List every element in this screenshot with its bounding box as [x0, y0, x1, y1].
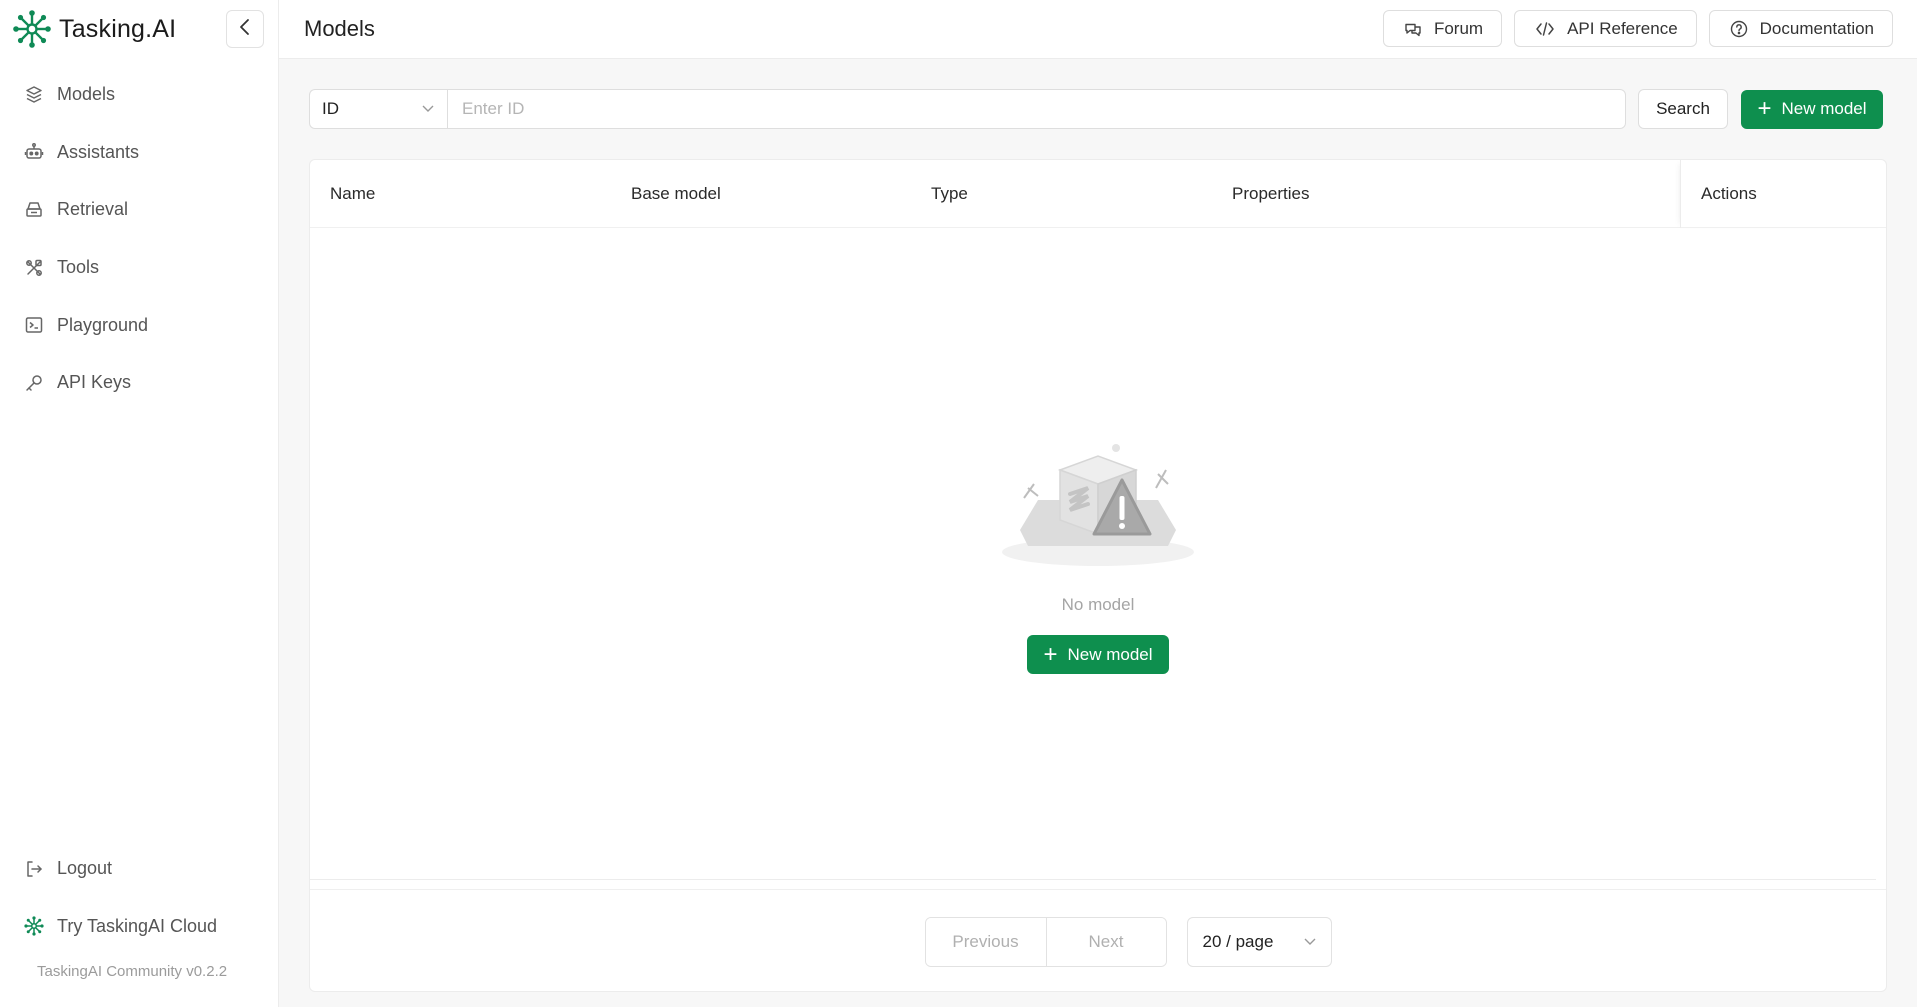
sidebar-nav: Models Assistants Retrieval Tools Playgr… [0, 66, 278, 412]
empty-box-warning-icon [998, 440, 1198, 575]
table-header: Name Base model Type Properties Actions [310, 160, 1886, 228]
key-icon [23, 372, 45, 394]
table-divider [310, 879, 1876, 880]
plus-icon: + [1757, 95, 1772, 122]
sidebar-item-label: Playground [57, 314, 149, 335]
sidebar-item-try-cloud[interactable]: Try TaskingAI Cloud [0, 897, 278, 955]
tasking-logo-icon [11, 8, 53, 50]
sidebar-bottom: Logout Try TaskingAI Cloud TaskingAI Com… [0, 840, 278, 1007]
collapse-sidebar-button[interactable] [226, 10, 264, 48]
chevron-down-icon [421, 99, 435, 119]
tasking-logo-icon [23, 915, 45, 937]
help-circle-icon [1730, 20, 1748, 38]
sidebar-item-models[interactable]: Models [0, 66, 278, 124]
sidebar-item-tools[interactable]: Tools [0, 239, 278, 297]
documentation-label: Documentation [1759, 18, 1874, 38]
forum-label: Forum [1433, 18, 1484, 38]
search-row: ID Search + New model [309, 89, 1887, 129]
documentation-button[interactable]: Documentation [1708, 10, 1893, 47]
sidebar-item-retrieval[interactable]: Retrieval [0, 181, 278, 239]
page-title: Models [304, 16, 375, 41]
page-size-select[interactable]: 20 / page [1186, 916, 1332, 967]
sidebar-item-label: API Keys [57, 372, 132, 393]
app-root: Tasking.AI Models Assistants Retrieval T… [0, 0, 1917, 1007]
plus-icon: + [1043, 640, 1058, 668]
sidebar-item-label: Retrieval [57, 199, 129, 220]
brand-name: Tasking.AI [59, 14, 177, 43]
database-icon [23, 199, 45, 221]
models-icon [23, 84, 45, 106]
pagination: Previous Next 20 / page [310, 889, 1886, 991]
content: ID Search + New model Name Base model Ty… [279, 59, 1917, 992]
column-header-type[interactable]: Type [931, 160, 968, 228]
sidebar-item-playground[interactable]: Playground [0, 296, 278, 354]
sidebar-item-assistants[interactable]: Assistants [0, 124, 278, 182]
api-reference-label: API Reference [1567, 18, 1678, 38]
sidebar-item-api-keys[interactable]: API Keys [0, 354, 278, 412]
empty-state-text: No model [1061, 595, 1135, 614]
page-size-value: 20 / page [1202, 931, 1274, 951]
main-area: Models Forum API Reference Documentation… [279, 0, 1917, 1007]
code-icon [1535, 20, 1555, 38]
column-header-name[interactable]: Name [330, 160, 375, 228]
next-page-button[interactable]: Next [1045, 917, 1166, 966]
column-header-properties[interactable]: Properties [1232, 160, 1309, 228]
models-table: Name Base model Type Properties Actions [309, 159, 1887, 992]
id-search-input[interactable] [447, 89, 1626, 129]
sidebar-item-label: Models [57, 84, 116, 105]
search-field-value: ID [322, 99, 339, 118]
version-label: TaskingAI Community v0.2.2 [37, 963, 228, 980]
chat-bubbles-icon [1404, 20, 1422, 38]
sidebar-item-logout[interactable]: Logout [0, 840, 278, 898]
column-header-base-model[interactable]: Base model [631, 160, 721, 228]
terminal-icon [23, 314, 45, 336]
pager-buttons: Previous Next [924, 916, 1167, 967]
chevron-down-icon [1303, 932, 1317, 952]
tools-icon [23, 257, 45, 279]
empty-new-model-button[interactable]: + New model [1027, 635, 1169, 674]
new-model-label: New model [1067, 644, 1153, 664]
empty-state: No model + New model [310, 440, 1886, 674]
header-actions: Forum API Reference Documentation [1382, 10, 1893, 47]
sidebar-item-label: Logout [57, 858, 113, 879]
new-model-button[interactable]: + New model [1741, 89, 1883, 129]
sidebar-item-label: Try TaskingAI Cloud [57, 915, 218, 936]
api-reference-button[interactable]: API Reference [1514, 10, 1697, 47]
sidebar-item-label: Assistants [57, 141, 140, 162]
column-header-actions: Actions [1680, 160, 1886, 228]
new-model-label: New model [1781, 99, 1867, 118]
search-field-select[interactable]: ID [309, 89, 447, 129]
logout-icon [23, 858, 45, 880]
previous-page-button[interactable]: Previous [925, 917, 1046, 966]
forum-button[interactable]: Forum [1382, 10, 1503, 47]
chevron-left-icon [238, 18, 252, 41]
sidebar: Tasking.AI Models Assistants Retrieval T… [0, 0, 279, 1007]
topbar: Models Forum API Reference Documentation [279, 0, 1917, 59]
sidebar-item-label: Tools [57, 257, 100, 278]
search-button[interactable]: Search [1638, 89, 1728, 129]
robot-icon [23, 141, 45, 163]
